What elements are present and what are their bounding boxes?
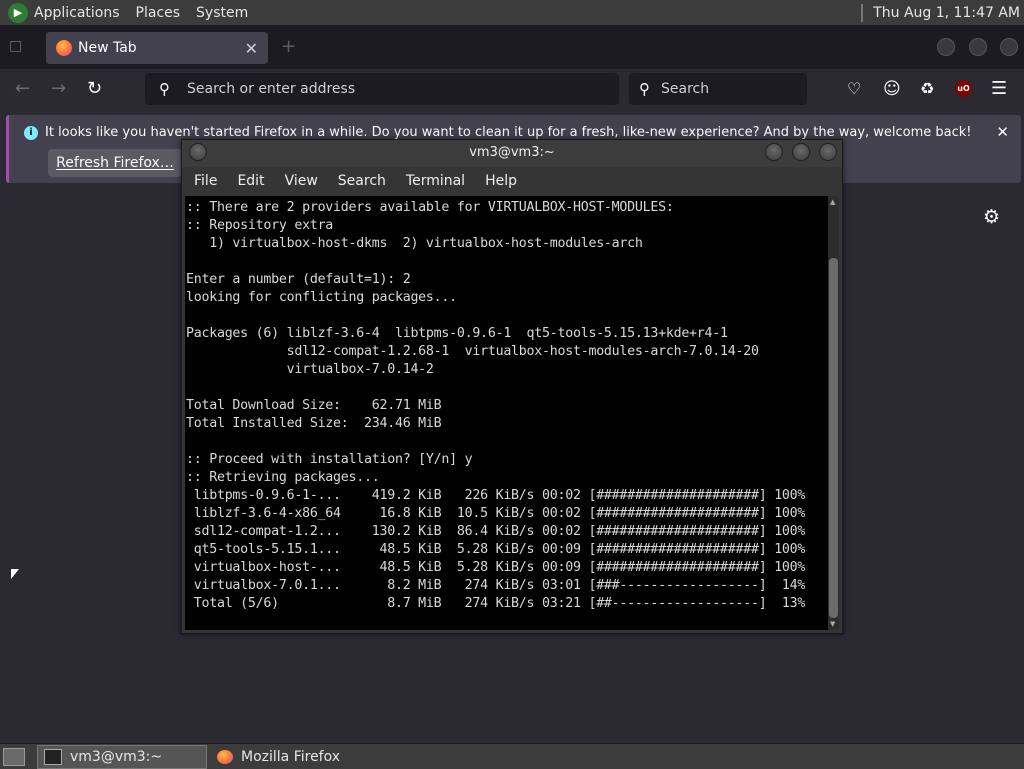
menu-places[interactable]: Places [136,5,181,21]
address-bar[interactable]: ⚲ Search or enter address [145,73,619,105]
maximize-button[interactable] [969,38,987,56]
tab-title: New Tab [78,40,137,56]
terminal-close-button[interactable] [819,143,837,161]
terminal-menubar: File Edit View Search Terminal Help [182,168,842,194]
tab-new-tab[interactable]: New Tab ✕ [46,32,268,64]
scrollbar-thumb[interactable] [829,258,838,618]
notification-message: It looks like you haven't started Firefo… [45,125,972,140]
firefox-icon [217,749,233,764]
minimize-button[interactable] [937,38,955,56]
search-icon: ⚲ [639,80,650,98]
bottom-panel: vm3@vm3:~ Mozilla Firefox [0,743,1024,769]
back-arrow-icon[interactable]: ← [15,79,30,99]
menu-file[interactable]: File [194,173,217,189]
mouse-pointer-icon [11,569,19,579]
clock[interactable]: Thu Aug 1, 11:47 AM [873,5,1020,21]
terminal-scrollbar[interactable]: ▲ ▼ [828,196,839,630]
top-panel: ▶ Applications Places System Thu Aug 1, … [0,0,1024,26]
panel-separator [861,3,864,22]
search-icon: ⚲ [159,80,170,98]
taskbar-item-label: vm3@vm3:~ [70,748,163,765]
tab-list-icon[interactable]: □ [9,38,29,56]
terminal-window: vm3@vm3:~ File Edit View Search Terminal… [181,139,843,634]
terminal-maximize-button[interactable] [792,143,810,161]
terminal-titlebar[interactable]: vm3@vm3:~ [182,140,842,167]
forward-arrow-icon[interactable]: → [51,79,66,99]
search-bar[interactable]: ⚲ Search [629,73,807,105]
terminal-icon [44,748,62,765]
terminal-title: vm3@vm3:~ [469,145,555,160]
menu-search[interactable]: Search [338,173,386,189]
menu-terminal[interactable]: Terminal [406,173,465,189]
terminal-output: :: There are 2 providers available for V… [186,200,806,611]
info-icon: i [24,126,38,140]
address-placeholder: Search or enter address [187,81,356,97]
menu-applications[interactable]: Applications [34,5,120,21]
scroll-up-icon[interactable]: ▲ [830,198,835,206]
menu-view[interactable]: View [285,173,318,189]
extensions-icon[interactable]: ♻ [920,79,934,99]
terminal-screen[interactable]: :: There are 2 providers available for V… [185,196,828,630]
pocket-icon[interactable]: ♡ [847,79,861,99]
menu-edit[interactable]: Edit [237,173,264,189]
scroll-down-icon[interactable]: ▼ [830,620,835,628]
menu-help[interactable]: Help [485,173,517,189]
distro-logo-icon[interactable]: ▶ [8,2,28,23]
refresh-firefox-button[interactable]: Refresh Firefox… [48,149,182,177]
ublock-origin-icon[interactable]: uO [955,80,972,97]
terminal-minimize-button[interactable] [765,143,783,161]
taskbar-item-terminal[interactable]: vm3@vm3:~ [37,744,207,769]
gear-icon[interactable]: ⚙ [983,206,1000,228]
search-placeholder: Search [661,81,710,97]
taskbar-item-label: Mozilla Firefox [241,748,341,765]
close-window-button[interactable] [1000,38,1018,56]
new-tab-plus-icon[interactable]: + [281,36,296,57]
tab-close-icon[interactable]: ✕ [245,39,258,58]
show-desktop-icon[interactable] [3,747,25,766]
reload-icon[interactable]: ↻ [87,79,102,99]
close-icon[interactable]: ✕ [996,123,1009,141]
taskbar-item-firefox[interactable]: Mozilla Firefox [211,746,379,768]
account-icon[interactable]: ☺ [883,79,901,99]
menu-system[interactable]: System [196,5,248,21]
firefox-favicon-icon [56,40,72,56]
hamburger-menu-icon[interactable]: ☰ [991,79,1007,99]
